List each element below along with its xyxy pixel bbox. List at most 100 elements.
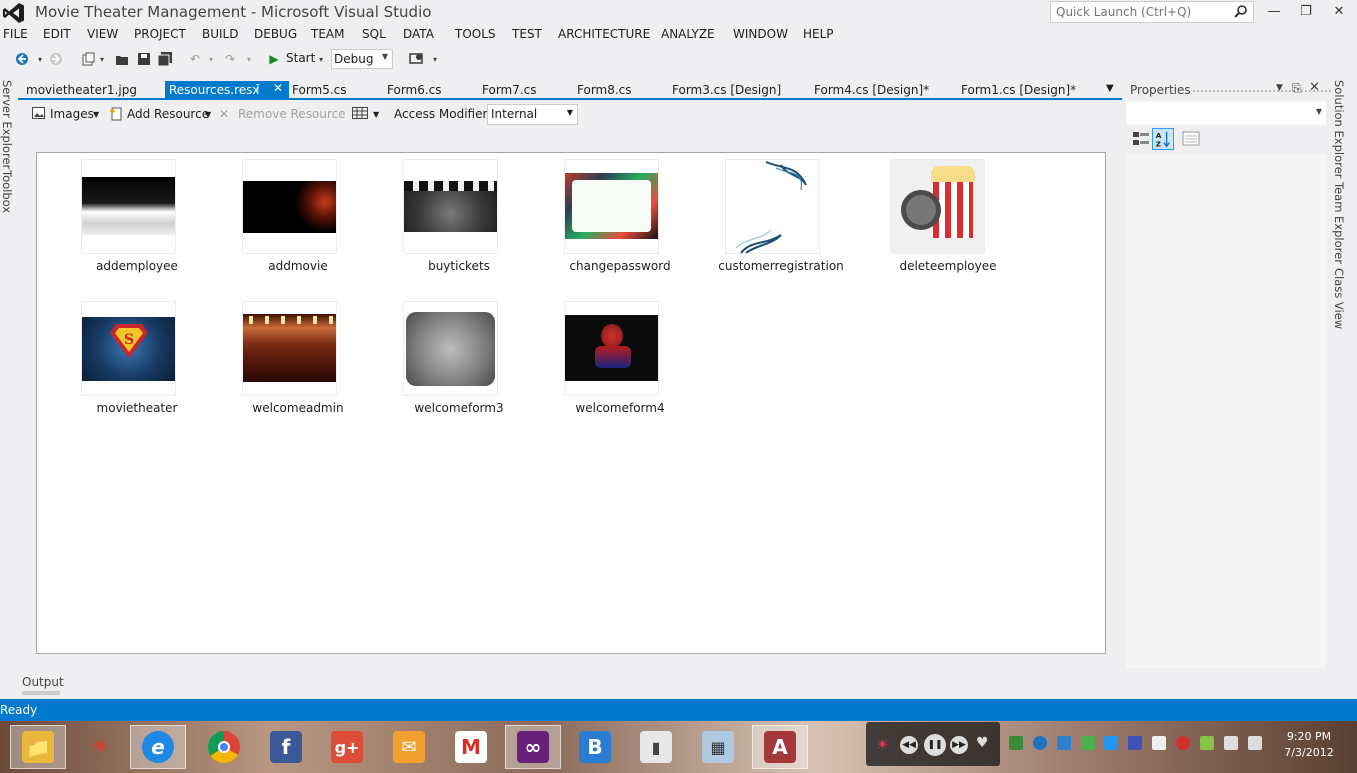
class-view-tab[interactable]: Class View (1332, 268, 1346, 329)
bing-icon[interactable]: B (567, 725, 623, 769)
add-resource-button[interactable]: Add Resource (127, 107, 209, 121)
start-dropdown-icon[interactable]: ▾ (313, 51, 329, 67)
menu-debug[interactable]: DEBUG (254, 27, 297, 41)
menu-analyze[interactable]: ANALYZE (661, 27, 715, 41)
server-explorer-tab[interactable]: Server Explorer (0, 80, 14, 169)
shield-icon[interactable] (1104, 736, 1118, 750)
tab-form5-cs[interactable]: Form5.cs (292, 81, 347, 100)
tablet-app-icon[interactable]: ▮ (628, 725, 684, 769)
undo-dropdown-icon[interactable]: ▾ (203, 51, 219, 67)
save-all-icon[interactable] (157, 51, 173, 67)
categorized-icon[interactable] (1130, 128, 1152, 150)
category-dropdown-icon[interactable]: ▼ (93, 110, 99, 119)
property-pages-icon[interactable] (1180, 128, 1202, 150)
menu-edit[interactable]: EDIT (43, 27, 71, 41)
tab-movietheater1-jpg[interactable]: movietheater1.jpg (26, 81, 137, 100)
undo-icon[interactable]: ↶ (187, 51, 203, 67)
resource-category-select[interactable]: Images (50, 107, 94, 121)
add-resource-dropdown-icon[interactable]: ▼ (205, 110, 211, 119)
windows-app-icon[interactable]: ▦ (690, 725, 746, 769)
menu-project[interactable]: PROJECT (134, 27, 186, 41)
flag-icon[interactable] (1152, 736, 1166, 750)
access-icon[interactable]: A (752, 725, 808, 769)
pause-icon[interactable]: ❚❚ (924, 734, 946, 756)
find-in-files-icon[interactable] (409, 51, 425, 67)
view-mode-icon[interactable] (352, 107, 368, 122)
access-modifier-select[interactable]: Internal ▼ (487, 104, 578, 125)
toolbox-tab[interactable]: Toolbox (0, 170, 14, 213)
start-play-icon[interactable]: ▶ (266, 51, 282, 67)
checkmark-icon[interactable] (1200, 736, 1214, 750)
restore-button[interactable]: ❐ (1289, 0, 1323, 22)
output-tab[interactable]: Output (22, 675, 64, 695)
menu-view[interactable]: VIEW (87, 27, 118, 41)
tab-form3-design[interactable]: Form3.cs [Design] (672, 81, 781, 100)
redo-icon[interactable]: ↷ (222, 51, 238, 67)
pin-icon[interactable]: ⎘ (1292, 81, 1302, 96)
alphabetical-icon[interactable]: AZ (1152, 128, 1174, 150)
heart-icon[interactable]: ♥ (976, 735, 989, 751)
solution-explorer-tab[interactable]: Solution Explorer (1332, 80, 1346, 178)
forward-icon[interactable] (48, 51, 64, 67)
tab-resources-resx[interactable]: Resources.resx ⊺ ✕ (165, 81, 289, 100)
power-icon[interactable] (1224, 736, 1238, 750)
resource-item-addmovie[interactable]: addmovie (234, 153, 374, 283)
sync-icon[interactable] (1057, 736, 1071, 750)
new-dropdown-icon[interactable]: ▾ (94, 51, 110, 67)
open-file-icon[interactable] (114, 51, 130, 67)
team-explorer-tab[interactable]: Team Explorer (1332, 182, 1346, 264)
minimize-button[interactable]: — (1257, 0, 1291, 22)
menu-help[interactable]: HELP (803, 27, 834, 41)
taskbar-clock[interactable]: 9:20 PM 7/3/2012 (1276, 729, 1342, 761)
menu-team[interactable]: TEAM (311, 27, 344, 41)
tab-form6-cs[interactable]: Form6.cs (387, 81, 442, 100)
properties-object-select[interactable]: ▼ (1126, 102, 1326, 124)
panel-menu-icon[interactable]: ▼ (1276, 83, 1283, 93)
resource-item-deleteemployee[interactable]: deleteemployee (882, 153, 1022, 283)
resource-item-welcomeform4[interactable]: welcomeform4 (556, 295, 696, 425)
toolbar-options-icon[interactable]: ▾ (427, 51, 443, 67)
google-plus-icon[interactable]: g+ (319, 725, 375, 769)
quick-launch-input[interactable] (1056, 3, 1236, 21)
menu-tools[interactable]: TOOLS (455, 27, 496, 41)
update-icon[interactable] (1081, 736, 1095, 750)
back-icon[interactable] (14, 51, 30, 67)
close-tab-icon[interactable]: ✕ (273, 81, 283, 95)
menu-test[interactable]: TEST (512, 27, 542, 41)
internet-explorer-icon[interactable]: e (130, 725, 186, 769)
antivirus-icon[interactable] (1176, 736, 1190, 750)
resource-item-buytickets[interactable]: buytickets (395, 153, 535, 283)
menu-window[interactable]: WINDOW (733, 27, 788, 41)
previous-track-icon[interactable]: ◀◀ (900, 736, 918, 754)
tab-form4-design[interactable]: Form4.cs [Design]* (814, 81, 929, 100)
search-icon[interactable] (1234, 4, 1248, 18)
menu-architecture[interactable]: ARCHITECTURE (558, 27, 650, 41)
resource-item-welcomeadmin[interactable]: welcomeadmin (234, 295, 374, 425)
visual-studio-icon[interactable]: ∞ (505, 725, 561, 769)
network-icon[interactable] (1009, 736, 1023, 750)
view-mode-dropdown-icon[interactable]: ▼ (373, 110, 379, 119)
facebook-icon[interactable]: f (258, 725, 314, 769)
tab-form7-cs[interactable]: Form7.cs (482, 81, 537, 100)
app-star-icon[interactable]: ✴ (72, 725, 128, 769)
app-star-icon[interactable]: ✴ (876, 735, 889, 754)
close-icon[interactable]: ✕ (1309, 80, 1320, 95)
download-icon[interactable] (1033, 736, 1047, 750)
menu-file[interactable]: FILE (3, 27, 28, 41)
chrome-icon[interactable] (196, 725, 252, 769)
tab-overflow-icon[interactable]: ▼ (1106, 81, 1114, 100)
menu-build[interactable]: BUILD (202, 27, 238, 41)
volume-icon[interactable] (1248, 736, 1262, 750)
resource-item-welcomeform3[interactable]: welcomeform3 (395, 295, 535, 425)
pin-icon[interactable]: ⊺ (255, 82, 261, 95)
file-explorer-icon[interactable]: 📁 (10, 725, 66, 769)
next-track-icon[interactable]: ▶▶ (950, 736, 968, 754)
resource-item-movietheater[interactable]: S movietheater (73, 295, 213, 425)
resource-item-addemployee[interactable]: addemployee (73, 153, 213, 283)
solution-configuration-select[interactable]: Debug ▼ (331, 49, 393, 69)
resource-item-changepassword[interactable]: changepassword (556, 153, 696, 283)
quick-launch-box[interactable] (1050, 1, 1254, 23)
display-icon[interactable] (1128, 736, 1142, 750)
menu-data[interactable]: DATA (403, 27, 434, 41)
menu-sql[interactable]: SQL (362, 27, 386, 41)
